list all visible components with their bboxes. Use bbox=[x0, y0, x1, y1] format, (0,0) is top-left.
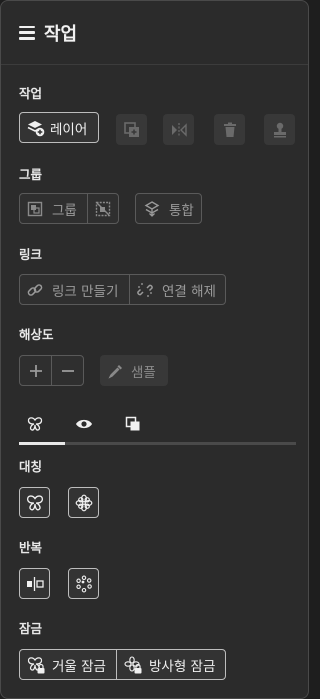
broken-link-icon bbox=[136, 281, 154, 299]
flip-button[interactable] bbox=[163, 114, 194, 145]
section-label-lock: 잠금 bbox=[19, 621, 43, 636]
tab-layers[interactable] bbox=[121, 413, 145, 435]
ungroup-icon bbox=[95, 201, 111, 217]
butterfly-icon bbox=[27, 416, 43, 432]
group-button[interactable]: 그룹 bbox=[20, 194, 87, 223]
minus-icon bbox=[61, 364, 75, 378]
butterfly-icon bbox=[26, 494, 44, 512]
group-button-label: 그룹 bbox=[52, 202, 77, 219]
mirror-lock-button[interactable]: 거울 잠금 bbox=[20, 650, 116, 679]
hamburger-menu-icon[interactable] bbox=[19, 25, 35, 40]
radial-dots-icon bbox=[75, 575, 93, 593]
duplicate-button[interactable] bbox=[116, 114, 147, 145]
group-button-segmented: 그룹 bbox=[19, 193, 119, 224]
trash-icon bbox=[221, 121, 239, 139]
section-label-group: 그룹 bbox=[19, 167, 43, 182]
link-button-segmented: 링크 만들기 연결 해제 bbox=[19, 274, 226, 305]
panel-title: 작업 bbox=[44, 23, 78, 45]
flip-horizontal-icon bbox=[170, 121, 188, 139]
make-link-button[interactable]: 링크 만들기 bbox=[20, 275, 129, 304]
section-label-symmetry: 대칭 bbox=[19, 459, 43, 474]
layer-button[interactable]: 레이어 bbox=[19, 112, 99, 143]
section-label-work: 작업 bbox=[19, 86, 43, 101]
stamp-icon bbox=[271, 121, 289, 139]
layer-add-icon bbox=[27, 119, 45, 137]
merge-button-label: 통합 bbox=[169, 202, 194, 219]
tab-selected-indicator bbox=[19, 442, 65, 445]
mode-tabs bbox=[19, 405, 296, 447]
unlink-label: 연결 해제 bbox=[162, 283, 216, 300]
link-icon bbox=[26, 281, 44, 299]
layer-button-label: 레이어 bbox=[50, 121, 88, 138]
lock-button-segmented: 거울 잠금 방사형 잠금 bbox=[19, 649, 226, 680]
eye-icon bbox=[75, 417, 93, 431]
radial-symmetry-button[interactable] bbox=[68, 487, 99, 518]
delete-button[interactable] bbox=[214, 114, 245, 145]
sample-button-label: 샘플 bbox=[131, 364, 156, 381]
section-label-repeat: 반복 bbox=[19, 540, 43, 555]
stamp-button[interactable] bbox=[264, 114, 295, 145]
merge-layers-icon bbox=[143, 200, 161, 218]
stacked-squares-icon bbox=[125, 416, 141, 432]
panel-header: 작업 bbox=[1, 1, 308, 65]
flower-lock-icon bbox=[124, 655, 142, 674]
section-label-link: 링크 bbox=[19, 247, 43, 262]
flower-icon bbox=[75, 494, 93, 512]
resolution-decrease-button[interactable] bbox=[52, 356, 83, 385]
eyedropper-icon bbox=[108, 363, 124, 379]
mirror-lock-label: 거울 잠금 bbox=[52, 658, 106, 675]
actions-panel: 작업 작업 레이어 그룹 그룹 통합 링크 링크 만들기 연결 해제 해상도 샘… bbox=[0, 0, 309, 699]
mirror-symmetry-button[interactable] bbox=[19, 487, 50, 518]
radial-lock-label: 방사형 잠금 bbox=[149, 658, 216, 675]
radial-repeat-button[interactable] bbox=[68, 568, 99, 599]
plus-icon bbox=[29, 364, 43, 378]
mirror-repeat-button[interactable] bbox=[19, 568, 50, 599]
section-label-resolution: 해상도 bbox=[19, 327, 54, 342]
group-icon bbox=[26, 200, 44, 218]
resolution-stepper bbox=[19, 355, 84, 386]
merge-button[interactable]: 통합 bbox=[135, 193, 202, 224]
duplicate-icon bbox=[123, 121, 141, 139]
ungroup-button[interactable] bbox=[88, 194, 118, 223]
tab-visibility[interactable] bbox=[72, 413, 96, 435]
sample-button[interactable]: 샘플 bbox=[100, 355, 168, 386]
make-link-label: 링크 만들기 bbox=[52, 283, 119, 300]
unlink-button[interactable]: 연결 해제 bbox=[130, 275, 225, 304]
tab-symmetry[interactable] bbox=[23, 413, 47, 435]
resolution-increase-button[interactable] bbox=[20, 356, 51, 385]
radial-lock-button[interactable]: 방사형 잠금 bbox=[117, 650, 225, 679]
mirror-repeat-icon bbox=[26, 575, 44, 593]
butterfly-lock-icon bbox=[27, 656, 45, 674]
